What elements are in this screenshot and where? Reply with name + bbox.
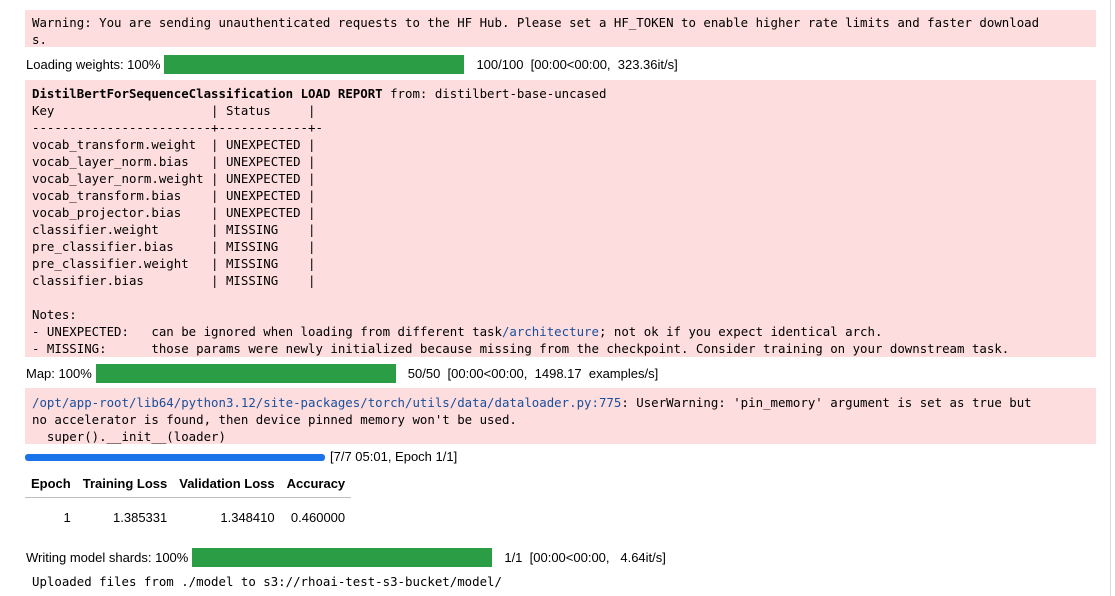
note-unexpected-text: - UNEXPECTED: can be ignored when loadin… xyxy=(32,324,502,339)
user-warning-content: /opt/app-root/lib64/python3.12/site-pack… xyxy=(32,394,1032,445)
table-row: 1 1.385331 1.348410 0.460000 xyxy=(25,498,351,532)
cell-accuracy: 0.460000 xyxy=(290,510,346,525)
cell-training-loss: 1.385331 xyxy=(113,510,168,525)
writing-shards-bar xyxy=(192,547,493,567)
training-metrics-table: Epoch Training Loss Validation Loss Accu… xyxy=(25,473,352,532)
user-warning-box: /opt/app-root/lib64/python3.12/site-pack… xyxy=(25,388,1096,444)
loading-weights-bar-fill xyxy=(164,54,465,74)
load-report-content: DistilBertForSequenceClassification LOAD… xyxy=(32,85,1009,357)
note-missing: - MISSING: those params were newly initi… xyxy=(32,341,1010,356)
column-header-validation-loss: Validation Loss xyxy=(173,473,281,498)
cell-validation-loss: 1.348410 xyxy=(220,510,275,525)
writing-shards-label: Writing model shards: 100% xyxy=(26,549,189,565)
column-header-accuracy: Accuracy xyxy=(280,473,352,498)
writing-shards-bar-fill xyxy=(192,547,493,567)
table-header-row: Epoch Training Loss Validation Loss Accu… xyxy=(25,473,352,498)
architecture-link[interactable]: /architecture xyxy=(502,324,599,339)
upload-message: Uploaded files from ./model to s3://rhoa… xyxy=(32,574,502,589)
warning-text: Warning: You are sending unauthenticated… xyxy=(32,15,1040,47)
column-header-epoch: Epoch xyxy=(25,473,77,498)
map-progress: Map: 100% 50/50 [00:00<00:00, 1498.17 ex… xyxy=(26,363,658,383)
load-report-title: DistilBertForSequenceClassification LOAD… xyxy=(32,85,1009,102)
output-scroll-edge xyxy=(1110,0,1111,596)
writing-shards-status: 1/1 [00:00<00:00, 4.64it/s] xyxy=(504,549,666,565)
load-report-from: from: distilbert-base-uncased xyxy=(382,86,607,101)
cell-epoch: 1 xyxy=(63,510,71,525)
load-report-box: DistilBertForSequenceClassification LOAD… xyxy=(25,80,1096,357)
note-unexpected-tail: ; not ok if you expect identical arch. xyxy=(598,324,883,339)
load-report-model-name: DistilBertForSequenceClassification xyxy=(32,86,294,101)
trainer-progress-fill xyxy=(25,454,325,461)
load-report-table: Key | Status | ------------------------+… xyxy=(32,103,323,322)
load-report-heading: LOAD REPORT xyxy=(300,86,383,101)
trainer-status: [7/7 05:01, Epoch 1/1] xyxy=(330,449,458,464)
dataloader-path-link[interactable]: /opt/app-root/lib64/python3.12/site-pack… xyxy=(32,395,621,410)
map-label: Map: 100% xyxy=(26,365,92,381)
column-header-training-loss: Training Loss xyxy=(76,473,174,498)
hf-token-warning: Warning: You are sending unauthenticated… xyxy=(25,10,1096,47)
loading-weights-progress: Loading weights: 100% 100/100 [00:00<00:… xyxy=(26,54,678,74)
trainer-progress-bar xyxy=(25,454,325,461)
map-bar-fill xyxy=(95,363,396,383)
note-unexpected: - UNEXPECTED: can be ignored when loadin… xyxy=(32,323,1009,340)
map-status: 50/50 [00:00<00:00, 1498.17 examples/s] xyxy=(407,365,659,381)
writing-shards-progress: Writing model shards: 100% 1/1 [00:00<00… xyxy=(26,547,666,567)
map-bar xyxy=(95,363,396,383)
loading-weights-status: 100/100 [00:00<00:00, 323.36it/s] xyxy=(476,56,678,72)
loading-weights-bar xyxy=(164,54,465,74)
loading-weights-label: Loading weights: 100% xyxy=(26,56,161,72)
